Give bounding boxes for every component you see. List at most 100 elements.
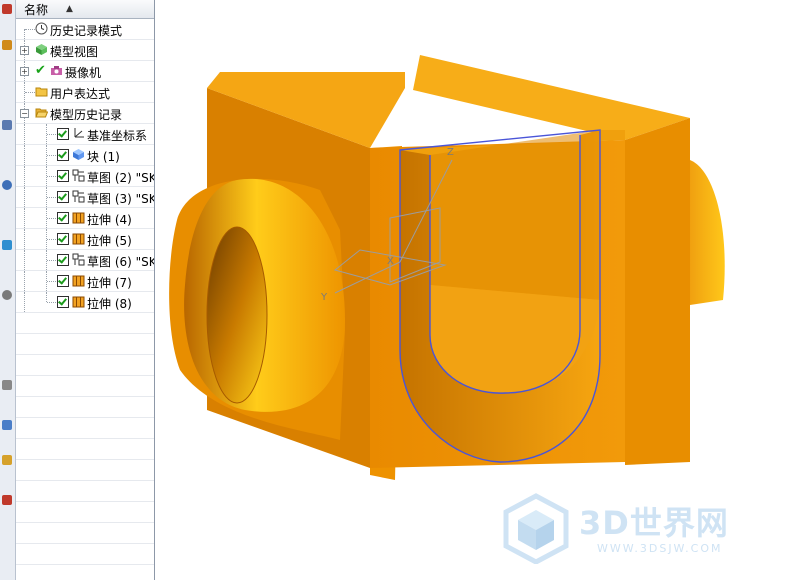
axis-z-label: Z [447, 147, 454, 158]
folder-open-icon [35, 106, 49, 119]
visibility-checkbox[interactable] [57, 233, 69, 245]
toolbar-icon-cyan[interactable] [2, 240, 12, 250]
tree-line [47, 197, 56, 198]
empty-row [16, 460, 154, 481]
navigator-item-label: 草图 (6) "SK [87, 255, 155, 269]
navigator-item-label: 拉伸 (5) [87, 234, 132, 248]
expand-icon[interactable]: + [20, 46, 29, 55]
navigator-item-label: 历史记录模式 [50, 24, 123, 38]
tree-line [47, 218, 56, 219]
toolbar-icon-red2[interactable] [2, 495, 12, 505]
tree-line [46, 292, 47, 302]
tree-line [47, 155, 56, 156]
tree-line [24, 29, 25, 39]
axis-x-label: X [387, 256, 394, 267]
navigator-item[interactable]: 草图 (6) "SK [16, 250, 154, 271]
empty-row [16, 565, 154, 580]
navigator-item[interactable]: 基准坐标系 [16, 124, 154, 145]
navigator-item-label: 草图 (2) "SK [87, 171, 155, 185]
visibility-checkbox[interactable] [57, 254, 69, 266]
right-boss-face [690, 160, 725, 305]
visibility-checkbox[interactable] [57, 275, 69, 287]
sketch-icon [72, 253, 85, 266]
toolbar-icon-orange[interactable] [2, 40, 12, 50]
navigator-item-label: 模型历史记录 [50, 108, 123, 122]
navigator-item[interactable]: 历史记录模式 [16, 19, 154, 40]
navigator-item[interactable]: 拉伸 (7) [16, 271, 154, 292]
clock-icon [35, 22, 48, 35]
visibility-checkbox[interactable] [57, 170, 69, 182]
toolbar-icon-blue2[interactable] [2, 420, 12, 430]
empty-row [16, 544, 154, 565]
visibility-checkbox[interactable] [57, 191, 69, 203]
navigator-item-label: 摄像机 [65, 66, 102, 80]
name-column-header[interactable]: 名称 [16, 1, 66, 18]
navigator-item[interactable]: 块 (1) [16, 145, 154, 166]
navigator-item-label: 块 (1) [87, 150, 120, 164]
tree-line [24, 250, 25, 270]
tree-line [24, 292, 25, 312]
navigator-tree: 历史记录模式 + 模型视图 + ✔ 摄像机用户表达式 − 模型历史记录基准坐标系块 (1) 草图… [16, 19, 154, 580]
navigator-item-label: 基准坐标系 [87, 129, 148, 143]
visibility-checkbox[interactable] [57, 149, 69, 161]
empty-row [16, 334, 154, 355]
watermark-logo-icon [503, 493, 569, 565]
watermark-url: WWW.3DSJW.COM [597, 542, 723, 555]
watermark-brand: 3D世界网 [579, 504, 729, 542]
check-mark-icon[interactable]: ✔ [35, 63, 46, 78]
watermark: 3D世界网 WWW.3DSJW.COM [500, 492, 770, 565]
tree-line [47, 176, 56, 177]
tree-line [24, 271, 25, 291]
toolbar-icon-red[interactable] [2, 4, 12, 14]
block-icon [72, 148, 85, 161]
extrude-icon [72, 295, 85, 308]
empty-row [16, 502, 154, 523]
navigator-item-label: 用户表达式 [50, 87, 111, 101]
axis-y-label: Y [320, 292, 328, 303]
empty-row [16, 481, 154, 502]
rear-right-face [625, 118, 690, 465]
tree-line [24, 124, 25, 144]
toolbar-icon-arc[interactable] [2, 180, 12, 190]
rear-right-top [413, 55, 690, 140]
triangle-up-icon[interactable]: ▲ [66, 4, 73, 14]
navigator-header[interactable]: 名称 ▲ [16, 0, 154, 19]
sketch-icon [72, 169, 85, 182]
tree-line [24, 187, 25, 207]
sketch-icon [72, 190, 85, 203]
navigator-item[interactable]: 拉伸 (5) [16, 229, 154, 250]
navigator-item-label: 拉伸 (4) [87, 213, 132, 227]
empty-row [16, 523, 154, 544]
navigator-item[interactable]: 草图 (2) "SK [16, 166, 154, 187]
visibility-checkbox[interactable] [57, 128, 69, 140]
expand-icon[interactable]: + [20, 67, 29, 76]
navigator-item-label: 拉伸 (8) [87, 297, 132, 311]
navigator-item[interactable]: + 模型视图 [16, 40, 154, 61]
visibility-checkbox[interactable] [57, 296, 69, 308]
visibility-checkbox[interactable] [57, 212, 69, 224]
empty-row [16, 418, 154, 439]
toolbar-icon-gray[interactable] [2, 290, 12, 300]
datum-csys-icon [72, 127, 85, 140]
navigator-item[interactable]: + ✔ 摄像机 [16, 61, 154, 82]
navigator-item[interactable]: 用户表达式 [16, 82, 154, 103]
empty-row [16, 397, 154, 418]
toolbar-icon-gray2[interactable] [2, 380, 12, 390]
navigator-item[interactable]: 拉伸 (4) [16, 208, 154, 229]
navigator-item[interactable]: 拉伸 (8) [16, 292, 154, 313]
tree-line [47, 134, 56, 135]
part-navigator: 名称 ▲ 历史记录模式 + 模型视图 + ✔ 摄像机用户表达式 − 模型历史记录基准坐标系块 … [16, 0, 155, 580]
navigator-item-label: 模型视图 [50, 45, 99, 59]
navigator-item[interactable]: − 模型历史记录 [16, 103, 154, 124]
navigator-item-label: 草图 (3) "SK [87, 192, 155, 206]
tree-line [47, 302, 56, 303]
tree-line [47, 260, 56, 261]
collapse-icon[interactable]: − [20, 109, 29, 118]
tree-line [24, 208, 25, 228]
empty-row [16, 313, 154, 334]
extrude-icon [72, 274, 85, 287]
toolbar-icon-blue[interactable] [2, 120, 12, 130]
toolbar-icon-yellow[interactable] [2, 455, 12, 465]
navigator-item[interactable]: 草图 (3) "SK [16, 187, 154, 208]
navigator-item-label: 拉伸 (7) [87, 276, 132, 290]
